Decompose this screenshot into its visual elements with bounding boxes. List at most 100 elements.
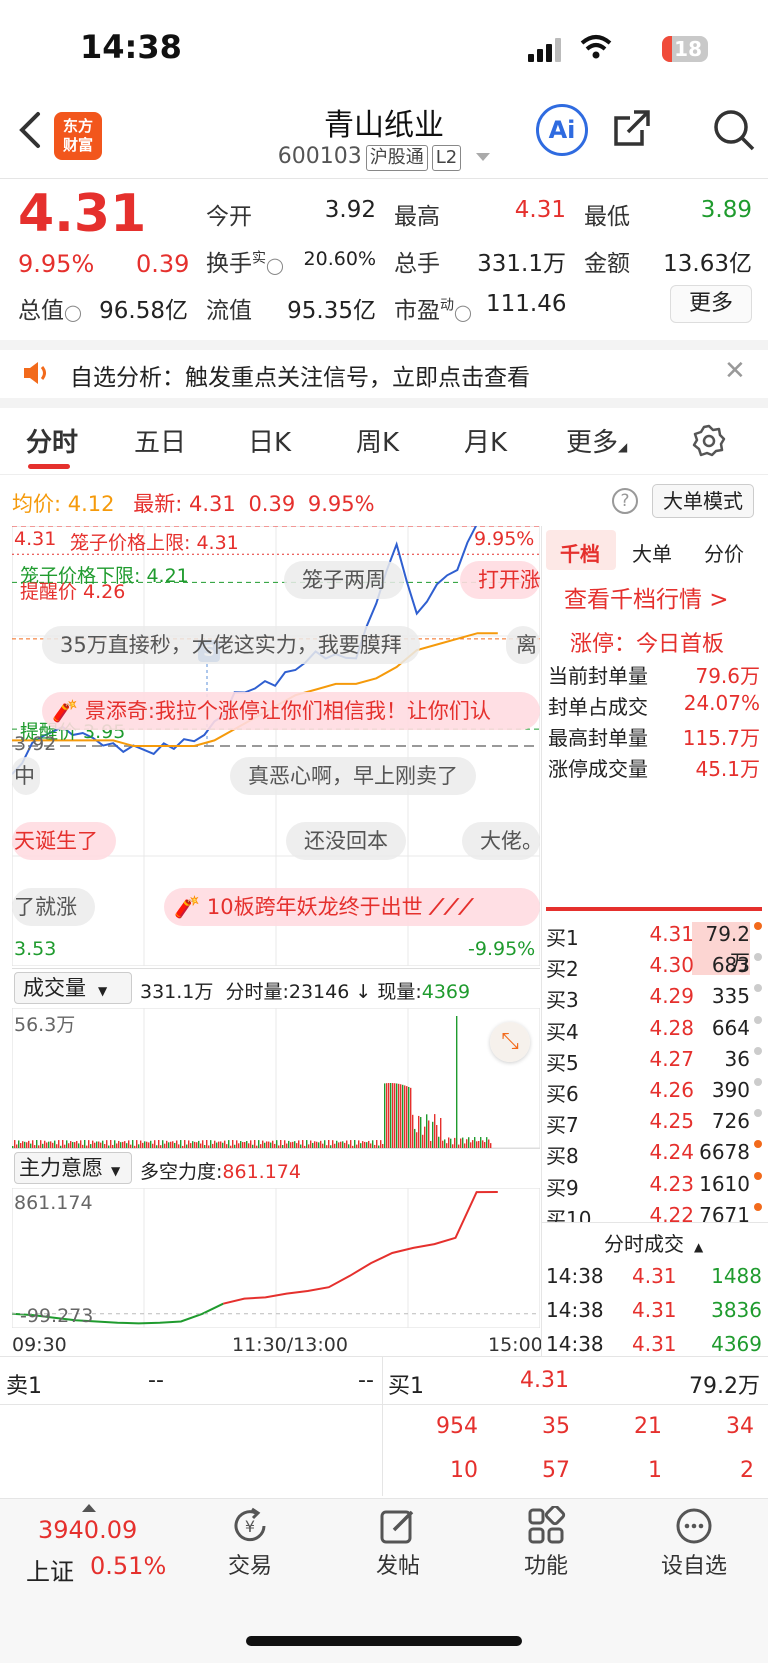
trade-icon[interactable]: ¥ xyxy=(230,1506,270,1546)
expand-icon[interactable]: ⤡ xyxy=(490,1022,530,1062)
low-label: 最低 xyxy=(584,204,630,230)
right-tab-pricevol[interactable]: 分价 xyxy=(704,538,744,567)
danmu-item[interactable]: 还没回本 xyxy=(286,822,406,860)
volume-bar xyxy=(192,1141,194,1148)
tick-price: 4.31 xyxy=(632,1332,677,1356)
more-button[interactable]: 更多 xyxy=(670,285,752,323)
volume-bar xyxy=(468,1137,470,1148)
force-line-up xyxy=(222,1191,498,1305)
volume-bar xyxy=(44,1140,46,1148)
orderbook-level: 买6 xyxy=(546,1082,579,1106)
volume-bar xyxy=(466,1139,468,1148)
big-order-mode-button[interactable]: 大单模式 xyxy=(652,484,754,518)
danmu-item[interactable]: 35万直接秒，大佬这实力，我要膜拜 xyxy=(42,626,420,664)
orderbook-row[interactable]: 买4 4.28 664 xyxy=(546,1012,762,1044)
turnover-value: 20.60% xyxy=(303,248,376,270)
danmu-item[interactable]: 中 xyxy=(12,757,40,795)
level1-vdivider xyxy=(382,1356,383,1496)
volume-bar xyxy=(266,1141,268,1148)
current-volume: 4369 xyxy=(421,981,471,1003)
volume-bar xyxy=(440,1117,442,1148)
danmu-item[interactable]: 打开涨 xyxy=(460,561,540,599)
sell1-volume: -- xyxy=(358,1368,374,1393)
volume-bar xyxy=(36,1140,38,1148)
ticks-header[interactable]: 分时成交 ▲ xyxy=(604,1228,703,1257)
function-icon[interactable] xyxy=(526,1506,566,1546)
trade-label[interactable]: 交易 xyxy=(190,1548,310,1580)
orderbook-row[interactable]: 买3 4.29 335 xyxy=(546,980,762,1012)
sell1-label: 卖1 xyxy=(6,1374,42,1399)
time-axis-start: 09:30 xyxy=(12,1334,67,1356)
turnover-label: 换手实◯ xyxy=(206,250,284,277)
danmu-item[interactable]: 离 xyxy=(506,626,540,664)
danmu-item[interactable]: 大佬。 xyxy=(462,822,540,860)
sell1-price: -- xyxy=(148,1368,164,1393)
orderbook-volume: 726 xyxy=(711,1109,750,1134)
depth-link[interactable]: 查看千档行情 > xyxy=(564,580,729,614)
post-icon[interactable] xyxy=(378,1506,418,1546)
orderbook-dot xyxy=(754,922,762,930)
orderbook-level: 买4 xyxy=(546,1019,579,1044)
volume-bar xyxy=(240,1141,242,1148)
amount-value: 13.63亿 xyxy=(663,251,752,277)
volume-bar xyxy=(28,1140,30,1148)
volume-bar xyxy=(310,1140,312,1148)
panel-divider xyxy=(12,1148,540,1149)
post-label[interactable]: 发帖 xyxy=(338,1548,458,1580)
hk-connect-tag: 沪股通 xyxy=(365,145,428,171)
volume-bar xyxy=(40,1140,42,1148)
tab-monthly[interactable]: 月K xyxy=(464,422,507,459)
add-watchlist-icon[interactable] xyxy=(674,1506,714,1546)
right-tab-depth[interactable]: 千档 xyxy=(560,538,600,567)
danmu-item[interactable]: 🧨 10板跨年妖龙终于出世 ⟋⟋⟋ xyxy=(164,888,540,926)
tick-time: 14:38 xyxy=(546,1298,604,1322)
danmu-item[interactable]: 真恶心啊，早上刚卖了 xyxy=(230,757,476,795)
ai-button[interactable]: Ai xyxy=(536,104,588,156)
volume-bar xyxy=(54,1140,56,1148)
orderbook-row[interactable]: 买8 4.24 6678 xyxy=(546,1136,762,1168)
tab-daily[interactable]: 日K xyxy=(248,422,291,459)
volume-bar xyxy=(398,1083,400,1148)
volume-bar xyxy=(420,1117,422,1148)
notice-text: 自选分析：触发重点关注信号，立即点击查看 xyxy=(70,365,530,391)
orderbook-row[interactable]: 买9 4.23 1610 xyxy=(546,1168,762,1200)
stock-code-row[interactable]: 600103 沪股通 L2 xyxy=(0,144,768,171)
volume-chart[interactable] xyxy=(12,1008,540,1148)
orderbook-row[interactable]: 买7 4.25 726 xyxy=(546,1105,762,1137)
orderbook-row[interactable]: 买2 4.30 683 xyxy=(546,949,762,981)
tab-5day[interactable]: 五日 xyxy=(134,422,186,459)
tab-intraday[interactable]: 分时 xyxy=(26,422,78,459)
tab-weekly[interactable]: 周K xyxy=(356,422,399,459)
search-icon[interactable] xyxy=(712,108,756,152)
volume-bar xyxy=(110,1140,112,1148)
danmu-item[interactable]: 🧨 景添奇:我拉个涨停让你们相信我！让你们认 xyxy=(42,692,540,730)
volume-selector[interactable]: 成交量 ▼ xyxy=(14,972,132,1004)
danmu-item[interactable]: 了就涨 xyxy=(12,888,95,926)
prev-close-label: 3.92 xyxy=(14,733,57,755)
orderbook-row[interactable]: 买1 4.31 79.2万 xyxy=(546,918,762,975)
chart-header: 均价: 4.12 最新: 4.31 0.39 9.95% xyxy=(12,488,375,518)
danmu-item[interactable]: 笼子两周 xyxy=(284,561,404,599)
signal-icon xyxy=(528,38,564,62)
volume-bar xyxy=(162,1140,164,1148)
queue-order: 35 xyxy=(542,1414,570,1439)
settings-icon[interactable] xyxy=(692,424,726,458)
close-icon[interactable]: ✕ xyxy=(724,356,746,386)
volume-bar xyxy=(400,1084,402,1148)
tab-more[interactable]: 更多◢ xyxy=(566,422,627,459)
volume-bar xyxy=(476,1141,478,1148)
volume-bar xyxy=(202,1140,204,1148)
danmu-item[interactable]: 天诞生了 xyxy=(12,822,116,860)
help-icon[interactable]: ? xyxy=(612,488,638,514)
right-tab-bigorder[interactable]: 大单 xyxy=(632,538,672,567)
add-watchlist-label[interactable]: 设自选 xyxy=(634,1548,754,1580)
share-icon[interactable] xyxy=(612,108,652,148)
function-label[interactable]: 功能 xyxy=(486,1548,606,1580)
orderbook-row[interactable]: 买6 4.26 390 xyxy=(546,1074,762,1106)
volume-bar xyxy=(236,1140,238,1148)
index-value[interactable]: 3940.09 xyxy=(38,1516,137,1544)
volume-bar xyxy=(480,1137,482,1148)
orderbook-row[interactable]: 买5 4.27 36 xyxy=(546,1043,762,1075)
force-selector[interactable]: 主力意愿 ▼ xyxy=(14,1152,132,1184)
orderbook-price: 4.31 xyxy=(649,922,694,946)
